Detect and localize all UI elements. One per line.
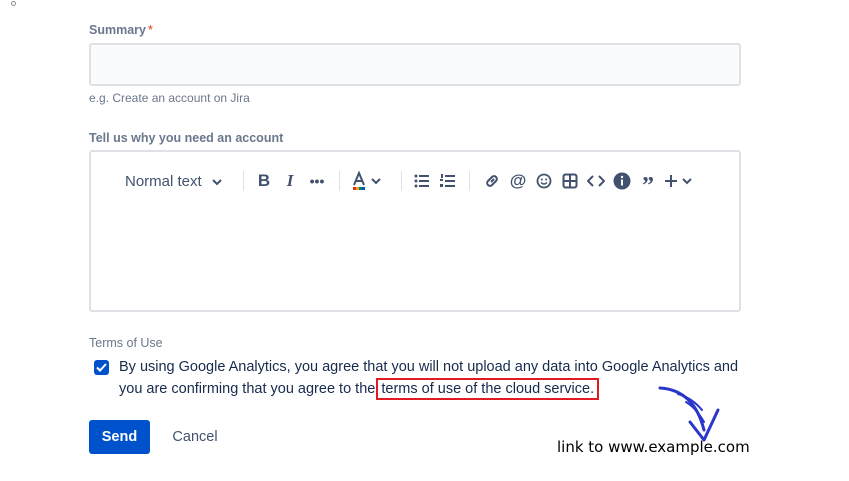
bullet-list-icon[interactable] [411, 166, 433, 196]
terms-link[interactable]: terms of use of the cloud service. [376, 378, 600, 400]
toolbar-divider [243, 171, 244, 191]
reason-editor-content[interactable] [105, 206, 725, 300]
decorative-bullet [11, 1, 16, 6]
terms-checkbox[interactable] [94, 360, 109, 375]
required-marker: * [147, 23, 153, 37]
cancel-button[interactable]: Cancel [160, 420, 230, 454]
text-color-icon[interactable] [349, 166, 387, 196]
numbered-list-icon[interactable] [437, 166, 459, 196]
text-style-label: Normal text [125, 172, 202, 190]
checkmark-icon [96, 363, 107, 372]
summary-helper-text: e.g. Create an account on Jira [89, 91, 250, 105]
bold-icon[interactable]: B [253, 166, 275, 196]
reason-editor[interactable]: Normal text B I ••• @ ” [89, 150, 741, 312]
chevron-down-icon [211, 173, 222, 190]
toolbar-divider [339, 171, 340, 191]
toolbar-divider [401, 171, 402, 191]
summary-label: Summary * [89, 23, 153, 37]
toolbar-divider [469, 171, 470, 191]
mention-icon[interactable]: @ [507, 166, 529, 196]
emoji-icon[interactable] [533, 166, 555, 196]
terms-heading: Terms of Use [89, 336, 163, 350]
table-icon[interactable] [559, 166, 581, 196]
quote-icon[interactable]: ” [637, 166, 659, 198]
code-icon[interactable] [585, 166, 607, 196]
send-button[interactable]: Send [89, 420, 150, 454]
summary-input[interactable] [89, 43, 741, 86]
info-icon[interactable] [611, 166, 633, 196]
insert-icon[interactable] [663, 166, 697, 196]
editor-toolbar: Normal text B I ••• @ ” [91, 166, 739, 198]
annotation-text: link to www.example.com [557, 438, 750, 456]
link-icon[interactable] [481, 166, 503, 196]
reason-label: Tell us why you need an account [89, 131, 284, 145]
text-style-dropdown[interactable]: Normal text [125, 166, 222, 196]
more-icon[interactable]: ••• [305, 166, 329, 196]
italic-icon[interactable]: I [279, 166, 301, 196]
